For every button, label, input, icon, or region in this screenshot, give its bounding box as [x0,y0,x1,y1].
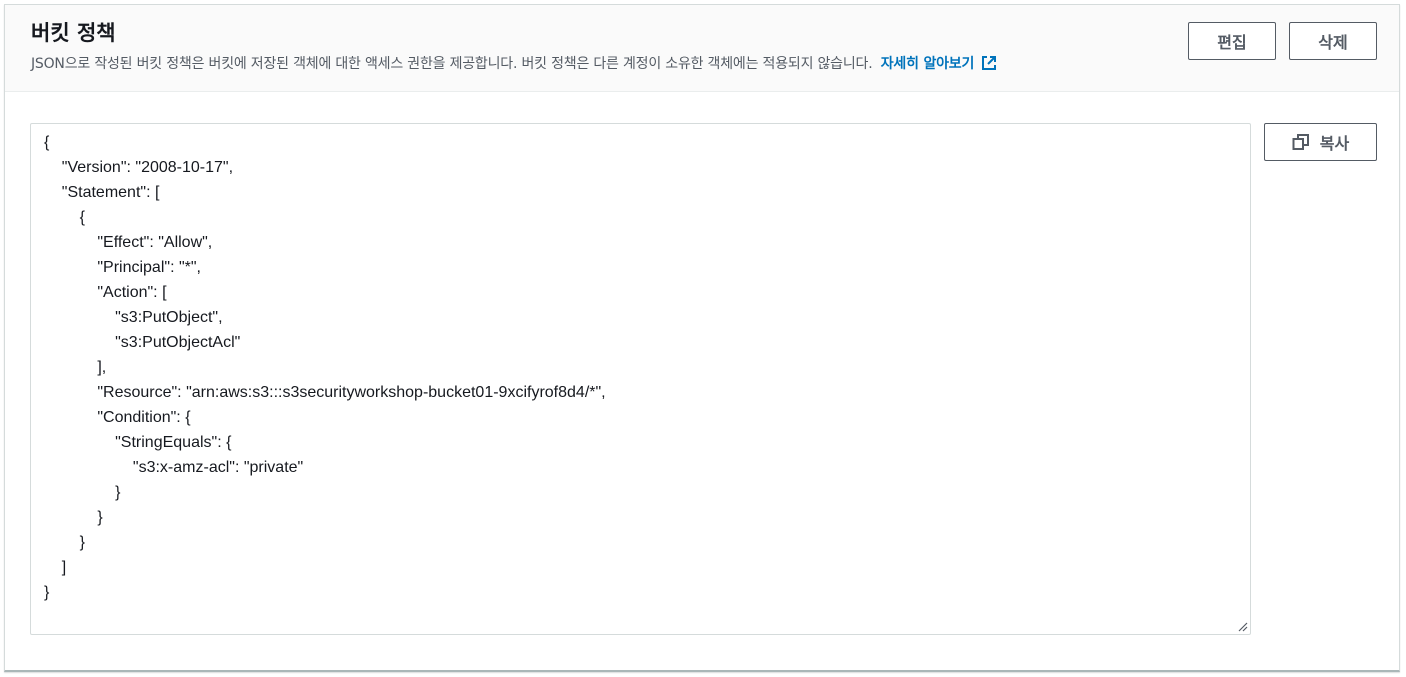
learn-more-label: 자세히 알아보기 [880,56,975,72]
copy-button[interactable]: 복사 [1264,123,1377,161]
copy-label: 복사 [1319,134,1350,153]
delete-button[interactable]: 삭제 [1289,22,1377,60]
page-title: 버킷 정책 [31,21,116,45]
learn-more-link[interactable]: 자세히 알아보기 [881,56,998,72]
policy-json-text: { "Version": "2008-10-17", "Statement": … [44,134,606,601]
resize-handle-icon[interactable] [1236,620,1248,632]
bucket-policy-panel: 버킷 정책 JSON으로 작성된 버킷 정책은 버킷에 저장된 객체에 대한 액… [4,4,1400,672]
policy-description: JSON으로 작성된 버킷 정책은 버킷에 저장된 객체에 대한 액세스 권한을… [31,54,998,74]
description-text: JSON으로 작성된 버킷 정책은 버킷에 저장된 객체에 대한 액세스 권한을… [31,56,873,72]
panel-header: 버킷 정책 JSON으로 작성된 버킷 정책은 버킷에 저장된 객체에 대한 액… [5,5,1399,92]
copy-icon [1292,134,1309,150]
edit-button[interactable]: 편집 [1188,22,1276,60]
external-link-icon [982,56,997,70]
policy-json-editor[interactable]: { "Version": "2008-10-17", "Statement": … [30,123,1251,635]
